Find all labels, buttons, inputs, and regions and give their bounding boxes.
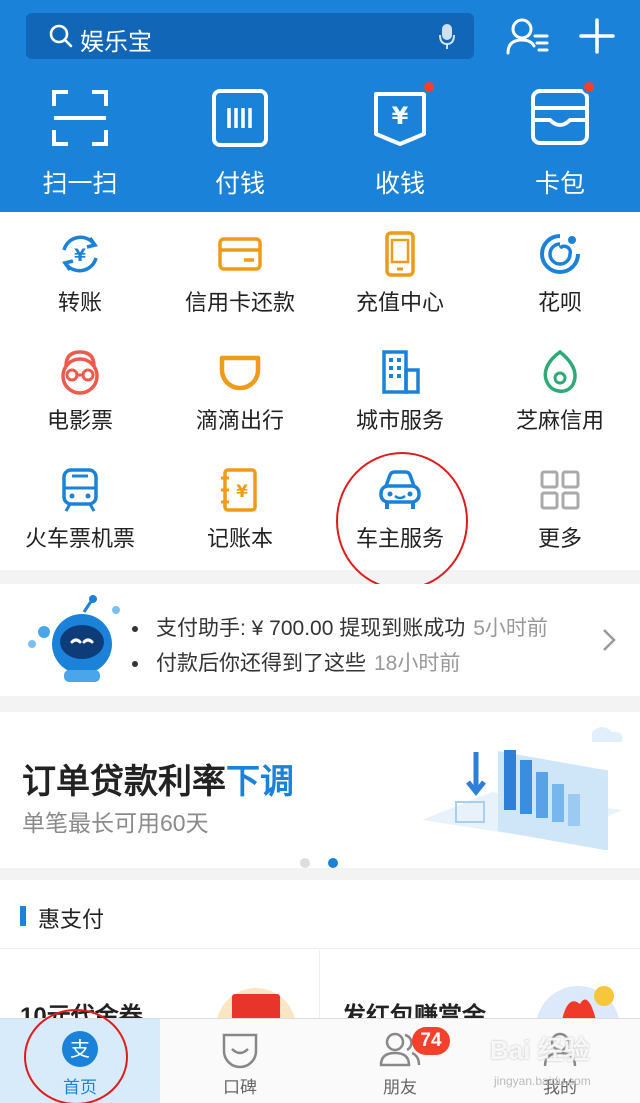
annotation-circle (336, 452, 468, 590)
grid-item-sesame[interactable]: 芝麻信用 (480, 330, 640, 448)
bullet (132, 661, 138, 668)
quick-action-label: 付钱 (214, 170, 265, 198)
grid-item-label: 城市服务 (355, 408, 444, 433)
divider (0, 948, 640, 949)
svg-text:¥: ¥ (74, 246, 86, 266)
red-packet-illustration (536, 986, 620, 1020)
notification-line: 付款后你还得到了这些 18小时前 (132, 647, 460, 677)
contacts-icon[interactable] (505, 16, 551, 56)
grid-item-credit-card[interactable]: 信用卡还款 (160, 212, 320, 330)
section-title: 惠支付 (38, 907, 105, 932)
phone-recharge-icon (385, 231, 415, 277)
notification-dot (582, 80, 596, 94)
notification-dot (422, 80, 436, 94)
page-dot-active[interactable] (328, 858, 338, 868)
grid-item-transfer[interactable]: ¥ 转账 (0, 212, 160, 330)
svg-text:¥: ¥ (392, 102, 409, 130)
quick-action-receive[interactable]: ¥ 收钱 (320, 80, 480, 198)
banner-title-main: 订单贷款利率 (22, 763, 226, 801)
grid-item-huabei[interactable]: 花呗 (480, 212, 640, 330)
annotation-circle (24, 1009, 128, 1103)
tab-koubei[interactable]: 口碑 (160, 1019, 320, 1103)
search-icon (49, 24, 73, 48)
search-bar[interactable]: 娱乐宝 (26, 13, 474, 59)
watermark-url: jingyan.baidu.com (494, 1074, 591, 1088)
friends-badge: 74 (412, 1027, 450, 1055)
notification-text: 支付助手: ¥ 700.00 提现到账成功 (156, 617, 466, 640)
notification-line: 支付助手: ¥ 700.00 提现到账成功 5小时前 (132, 612, 548, 642)
robot-assistant-icon (28, 595, 120, 682)
quick-action-pay[interactable]: 付钱 (160, 88, 320, 198)
credit-card-icon (218, 237, 262, 271)
grid-item-label: 信用卡还款 (184, 290, 295, 315)
banner-title: 订单贷款利率下调 (22, 754, 294, 803)
promo-banner[interactable]: 订单贷款利率下调 单笔最长可用60天 (0, 712, 640, 868)
plus-icon[interactable] (578, 17, 616, 55)
grid-item-label: 芝麻信用 (515, 408, 604, 433)
section-accent-bar (20, 906, 26, 926)
notification-time: 5小时前 (473, 617, 548, 640)
grid-item-city-service[interactable]: 城市服务 (320, 330, 480, 448)
barcode-pay-icon (212, 89, 268, 147)
grid-item-label: 花呗 (537, 290, 582, 315)
banner-subtitle: 单笔最长可用60天 (22, 810, 209, 836)
tab-label: 口碑 (223, 1078, 257, 1097)
quick-action-cards[interactable]: 卡包 (480, 80, 640, 198)
train-icon (62, 468, 98, 512)
svg-text:¥: ¥ (236, 482, 248, 502)
notification-time: 18小时前 (374, 652, 461, 675)
assistant-notification[interactable]: 支付助手: ¥ 700.00 提现到账成功 5小时前 付款后你还得到了这些 18小时… (0, 584, 640, 696)
tab-label: 朋友 (383, 1078, 417, 1097)
city-building-icon (382, 350, 420, 394)
grid-item-label: 记账本 (206, 526, 273, 551)
tab-friends[interactable]: 朋友 (320, 1019, 480, 1103)
card-wallet-icon (531, 89, 589, 145)
notification-text: 付款后你还得到了这些 (156, 652, 366, 675)
grid-item-label: 转账 (57, 290, 102, 315)
grid-item-more[interactable]: 更多 (480, 448, 640, 566)
page-dot[interactable] (300, 858, 310, 868)
more-grid-icon (540, 470, 580, 510)
grid-item-train[interactable]: 火车票机票 (0, 448, 160, 566)
grid-item-label: 更多 (537, 526, 582, 551)
banner-title-highlight: 下调 (226, 763, 294, 801)
grid-item-label: 充值中心 (355, 290, 444, 315)
scan-icon (52, 90, 108, 146)
grid-item-movie[interactable]: 电影票 (0, 330, 160, 448)
chevron-right-icon (603, 629, 616, 651)
quick-action-scan[interactable]: 扫一扫 (0, 88, 160, 198)
koubei-icon (222, 1033, 258, 1069)
bullet (132, 626, 138, 633)
quick-action-label: 卡包 (534, 170, 585, 198)
quick-action-label: 收钱 (374, 170, 425, 198)
falling-chart-illustration (422, 727, 623, 850)
watermark: Bai 经验 (490, 1035, 590, 1065)
huabei-icon (540, 234, 580, 274)
microphone-icon[interactable] (438, 22, 456, 50)
search-input-text: 娱乐宝 (80, 29, 152, 56)
grid-item-recharge[interactable]: 充值中心 (320, 212, 480, 330)
header: 娱乐宝 扫一扫 付钱 ¥ 收钱 卡包 (0, 0, 640, 212)
grid-item-label: 火车票机票 (24, 526, 135, 551)
account-book-icon: ¥ (221, 468, 257, 512)
grid-item-label: 滴滴出行 (195, 408, 284, 433)
grid-item-account-book[interactable]: ¥ 记账本 (160, 448, 320, 566)
quick-action-label: 扫一扫 (42, 170, 118, 198)
transfer-icon: ¥ (62, 235, 98, 273)
receive-money-icon: ¥ (374, 92, 426, 146)
movie-ticket-icon (61, 350, 99, 395)
didi-icon (219, 355, 261, 391)
sesame-credit-icon (543, 349, 577, 393)
grid-item-didi[interactable]: 滴滴出行 (160, 330, 320, 448)
grid-item-label: 电影票 (46, 408, 113, 433)
service-grid: ¥ 转账 信用卡还款 充值中心 花呗 电影票 滴滴出行 城市服务 芝麻信用 火车… (0, 212, 640, 590)
